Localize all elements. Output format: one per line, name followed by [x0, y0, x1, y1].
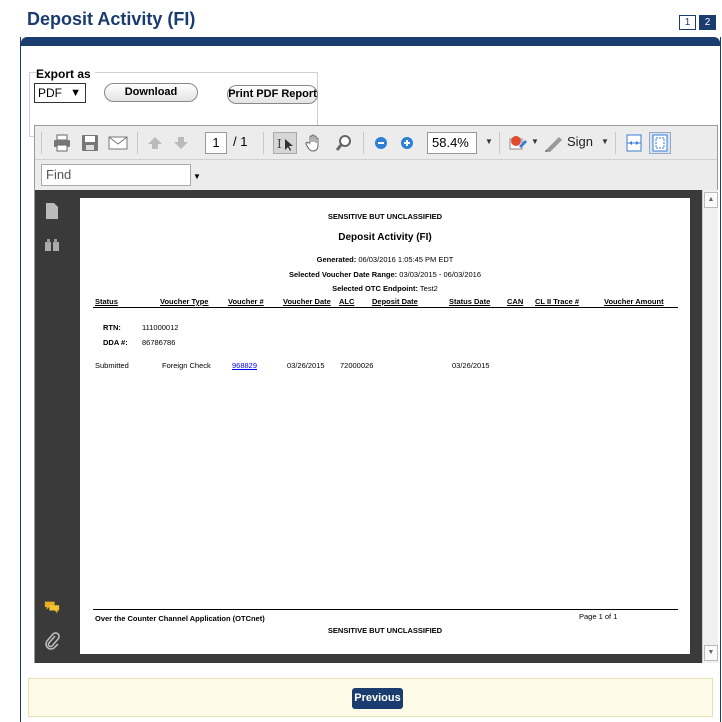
generated-line: Generated: 06/03/2016 1:05:45 PM EDT [80, 255, 690, 264]
voucher-number-link[interactable]: 968829 [232, 361, 257, 370]
page-1-button[interactable]: 1 [679, 15, 696, 30]
column-header-voucher-no: Voucher # [228, 297, 264, 306]
attachments-icon[interactable] [44, 632, 60, 650]
zoom-dropdown-icon[interactable]: ▼ [485, 137, 493, 146]
page-total: / 1 [233, 134, 248, 149]
save-icon[interactable] [79, 132, 101, 154]
column-header-can: CAN [507, 297, 524, 306]
report-page: SENSITIVE BUT UNCLASSIFIED Deposit Activ… [80, 198, 690, 654]
toolbar-separator [615, 132, 616, 154]
footer-app-name: Over the Counter Channel Application (OT… [95, 614, 265, 623]
print-icon[interactable] [51, 132, 73, 154]
footer-rule [93, 609, 678, 610]
comment-tools-icon[interactable] [507, 132, 529, 154]
sign-pen-icon[interactable] [543, 132, 565, 154]
footer-page-count: Page 1 of 1 [579, 612, 618, 621]
pdf-viewer: 1 / 1 I 58.4% ▼ ▼ Sign ▼ Find ▼ SENSITIV… [34, 125, 718, 663]
email-icon[interactable] [107, 132, 129, 154]
column-header-deposit-date: Deposit Date [372, 297, 418, 306]
toolbar-separator [137, 132, 138, 154]
zoom-level-input[interactable]: 58.4% [427, 132, 477, 154]
row-alc: 72000026 [340, 361, 374, 370]
select-text-icon[interactable]: I [273, 132, 297, 154]
sign-dropdown-icon[interactable]: ▼ [601, 137, 609, 146]
marquee-zoom-icon[interactable] [333, 132, 355, 154]
page-2-button[interactable]: 2 [699, 15, 716, 30]
classification-bottom: SENSITIVE BUT UNCLASSIFIED [327, 626, 443, 635]
scroll-down-icon[interactable]: ▼ [704, 645, 718, 661]
main-frame: Export as PDF ▼ Download Print PDF Repor… [20, 37, 721, 722]
svg-text:I: I [277, 137, 282, 151]
column-header-cl-trace: CL II Trace # [535, 297, 580, 306]
rtn-value: 111000012 [142, 323, 179, 332]
row-voucher-date: 03/26/2015 [287, 361, 325, 370]
find-input[interactable]: Find [41, 164, 191, 186]
chevron-down-icon: ▼ [70, 87, 81, 99]
date-range-label: Selected Voucher Date Range: [288, 270, 398, 279]
endpoint-value: Test2 [419, 284, 438, 293]
footer-bar: Previous [28, 678, 713, 717]
previous-button[interactable]: Previous [352, 688, 403, 709]
header-rule [93, 307, 678, 308]
fit-page-icon[interactable] [649, 132, 671, 154]
column-header-status: Status [95, 297, 118, 306]
sign-label[interactable]: Sign [567, 134, 593, 149]
toolbar-separator [41, 132, 42, 154]
column-header-voucher-date: Voucher Date [283, 297, 331, 306]
header-bar [21, 37, 720, 46]
page-title: Deposit Activity (FI) [27, 9, 196, 29]
date-range-value: 03/03/2015 - 06/03/2016 [399, 270, 482, 279]
zoom-out-icon[interactable] [371, 132, 391, 154]
toolbar-separator [363, 132, 364, 154]
report-title: Deposit Activity (FI) [338, 232, 432, 243]
endpoint-label: Selected OTC Endpoint: [332, 284, 418, 293]
comment-dropdown-icon[interactable]: ▼ [531, 137, 539, 146]
export-label: Export as [36, 67, 95, 81]
row-voucher-type: Foreign Check [162, 361, 211, 370]
generated-label: Generated: [316, 255, 357, 264]
previous-page-icon[interactable] [145, 132, 165, 154]
find-bar: Find ▼ [35, 160, 717, 190]
pager: 1 2 [679, 15, 716, 30]
export-format-value: PDF [38, 86, 62, 100]
export-format-select[interactable]: PDF ▼ [34, 83, 86, 103]
vertical-scrollbar[interactable]: ▲ ▼ [702, 190, 718, 663]
bookmarks-icon[interactable] [44, 236, 60, 254]
hand-tool-icon[interactable] [303, 132, 325, 154]
endpoint-line: Selected OTC Endpoint: Test2 [80, 284, 690, 293]
date-range-line: Selected Voucher Date Range: 03/03/2015 … [80, 270, 690, 279]
classification-top: SENSITIVE BUT UNCLASSIFIED [327, 212, 443, 221]
column-header-voucher-amount: Voucher Amount [604, 297, 664, 306]
row-status-date: 03/26/2015 [452, 361, 490, 370]
column-header-voucher-type: Voucher Type [160, 297, 209, 306]
download-button[interactable]: Download [104, 83, 198, 102]
dda-value: 86786786 [142, 338, 176, 347]
page-number-input[interactable]: 1 [205, 132, 227, 154]
find-dropdown-icon[interactable]: ▼ [193, 172, 201, 181]
toolbar-separator [499, 132, 500, 154]
document-area: SENSITIVE BUT UNCLASSIFIED Deposit Activ… [70, 190, 702, 663]
rtn-label: RTN: [103, 323, 121, 332]
toolbar-separator [263, 132, 264, 154]
comments-icon[interactable] [44, 598, 60, 616]
row-status: Submitted [95, 361, 129, 370]
pdf-toolbar: 1 / 1 I 58.4% ▼ ▼ Sign ▼ [35, 126, 717, 160]
viewer-sidebar [35, 190, 70, 663]
column-header-status-date: Status Date [449, 297, 491, 306]
scroll-up-icon[interactable]: ▲ [704, 192, 718, 208]
column-header-alc: ALC [339, 297, 355, 306]
dda-label: DDA #: [103, 338, 128, 347]
zoom-in-icon[interactable] [397, 132, 417, 154]
next-page-icon[interactable] [171, 132, 191, 154]
fit-width-icon[interactable] [623, 132, 645, 154]
generated-value: 06/03/2016 1:05:45 PM EDT [358, 255, 454, 264]
print-pdf-report-button[interactable]: Print PDF Report [227, 85, 318, 104]
page-thumbnails-icon[interactable] [44, 202, 60, 220]
